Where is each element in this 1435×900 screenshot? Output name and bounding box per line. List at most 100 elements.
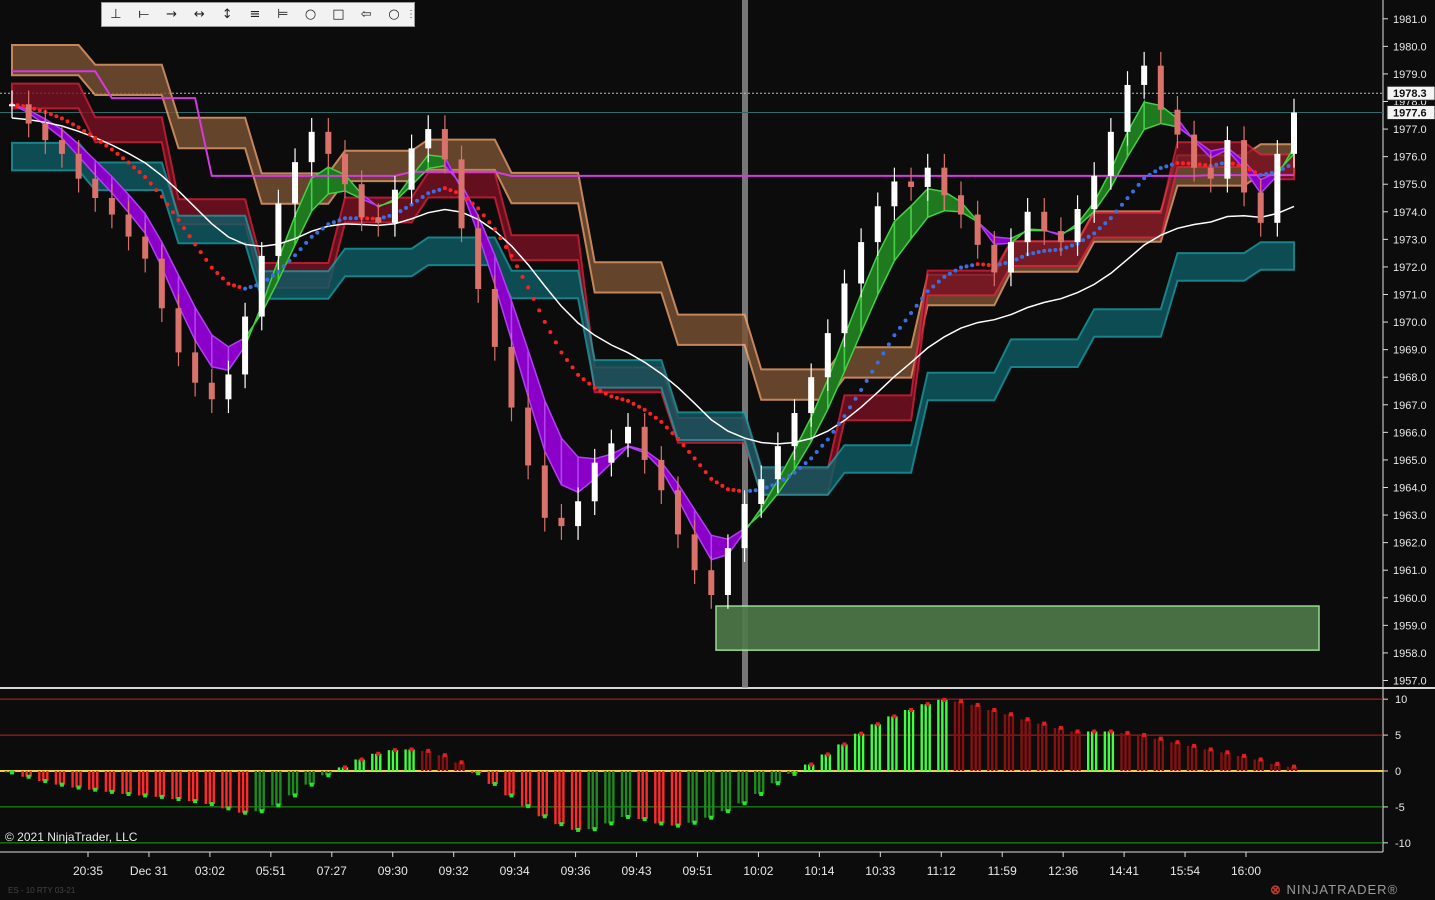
osc-cap: [925, 702, 930, 707]
ruler-icon: ⊥: [110, 7, 122, 22]
y-tick-label: 1974.0: [1393, 207, 1427, 219]
ruler-tool-button[interactable]: ⊥: [102, 3, 130, 26]
trend-dot: [1042, 248, 1047, 253]
osc-cap: [1142, 733, 1147, 738]
trend-dot: [243, 286, 248, 291]
candle-body: [641, 426, 648, 460]
vertical-line-icon: ↕: [221, 7, 233, 22]
candle-body: [1224, 140, 1231, 179]
osc-y-tick-label: -10: [1395, 838, 1411, 850]
y-tick-label: 1979.0: [1393, 69, 1427, 81]
osc-cap: [293, 793, 298, 798]
arrow-tool-button[interactable]: ⇦: [352, 3, 380, 26]
trend-dot: [1253, 170, 1258, 175]
ray-tool-button[interactable]: →: [158, 3, 186, 26]
ellipse-icon: ○: [304, 7, 317, 22]
candle-body: [292, 162, 299, 204]
trend-dot: [342, 216, 347, 221]
trend-dot: [803, 461, 808, 466]
trend-dot: [71, 122, 76, 127]
candle-body: [874, 206, 881, 243]
osc-y-tick-label: 0: [1395, 766, 1401, 778]
trend-dot: [814, 450, 819, 455]
price-chart[interactable]: 1957.0 1958.0 1959.0 1960.0 1961.0 1962.0 1963…: [0, 0, 1435, 900]
trend-dot: [975, 262, 980, 267]
candle-body: [808, 377, 815, 414]
y-tick-label: 1975.0: [1393, 179, 1427, 191]
trend-dot: [675, 436, 680, 441]
trend-dot: [32, 106, 37, 111]
trend-dot: [931, 284, 936, 289]
candle-body: [541, 465, 548, 518]
x-tick-label: 09:36: [561, 864, 591, 878]
osc-cap: [659, 821, 664, 826]
x-tick-label: 16:00: [1231, 864, 1261, 878]
trend-dot: [1053, 247, 1058, 252]
trend-dot: [576, 372, 581, 377]
extended-line-tool-button[interactable]: ↔: [185, 3, 213, 26]
trend-dot: [731, 488, 736, 493]
y-tick-label: 1977.0: [1393, 124, 1427, 136]
rectangle-tool-button[interactable]: □: [325, 3, 353, 26]
price-label: 1977.6: [1393, 108, 1427, 120]
osc-cap: [1092, 729, 1097, 734]
trend-dot: [431, 189, 436, 194]
osc-cap: [309, 782, 314, 787]
candle-body: [1174, 109, 1181, 135]
trend-dot: [365, 216, 370, 221]
osc-cap: [1158, 736, 1163, 741]
trend-dot: [320, 226, 325, 231]
candle-body: [75, 153, 82, 179]
trend-dot: [204, 257, 209, 262]
trend-dot: [1108, 216, 1113, 221]
y-tick-label: 1965.0: [1393, 455, 1427, 467]
line-icon: ⟝: [138, 7, 150, 22]
trend-dot: [526, 285, 531, 290]
trend-dot: [287, 258, 292, 263]
trend-dot: [909, 311, 914, 316]
candle-body: [1024, 211, 1031, 243]
trend-dot: [920, 296, 925, 301]
trend-dot: [1081, 238, 1086, 243]
osc-cap: [975, 702, 980, 707]
trend-dot: [1020, 254, 1025, 259]
osc-cap: [492, 781, 497, 786]
candle-body: [142, 236, 149, 259]
x-tick-label: 10:02: [743, 864, 773, 878]
trend-dot: [509, 253, 514, 258]
y-tick-label: 1971.0: [1393, 289, 1427, 301]
line-tool-button[interactable]: ⟝: [130, 3, 158, 26]
circle-tool-button[interactable]: ○: [380, 3, 408, 26]
trend-dot: [304, 240, 309, 245]
ninjatrader-logo: ⊗ NINJATRADER®: [1270, 882, 1398, 898]
candle-body: [408, 148, 415, 190]
trend-dot: [1125, 196, 1130, 201]
ellipse-tool-button[interactable]: ○: [297, 3, 325, 26]
vertical-line-tool-button[interactable]: ↕: [213, 3, 241, 26]
trend-dot: [37, 108, 42, 113]
candle-body: [208, 382, 215, 400]
osc-cap: [109, 789, 114, 794]
osc-cap: [76, 785, 81, 790]
trend-dot: [231, 283, 236, 288]
trend-dot: [748, 488, 753, 493]
trend-dot: [825, 437, 830, 442]
candle-body: [58, 140, 65, 154]
toolbar-grip-icon[interactable]: ⋮: [406, 3, 416, 26]
y-tick-label: 1980.0: [1393, 41, 1427, 53]
trend-dot: [914, 303, 919, 308]
trend-dot: [853, 396, 858, 401]
candle-body: [341, 153, 348, 185]
trend-dot: [881, 351, 886, 356]
trend-dot: [54, 114, 59, 119]
fibonacci-tool-button[interactable]: ⊨: [269, 3, 297, 26]
trend-dot: [598, 388, 603, 393]
trend-dot: [1169, 162, 1174, 167]
horizontal-lines-tool-button[interactable]: ≡: [241, 3, 269, 26]
ray-icon: →: [166, 7, 177, 22]
osc-cap: [193, 799, 198, 804]
trend-dot: [87, 132, 92, 137]
trend-dot: [942, 274, 947, 279]
trend-dot: [1197, 162, 1202, 167]
y-tick-label: 1976.0: [1393, 152, 1427, 164]
